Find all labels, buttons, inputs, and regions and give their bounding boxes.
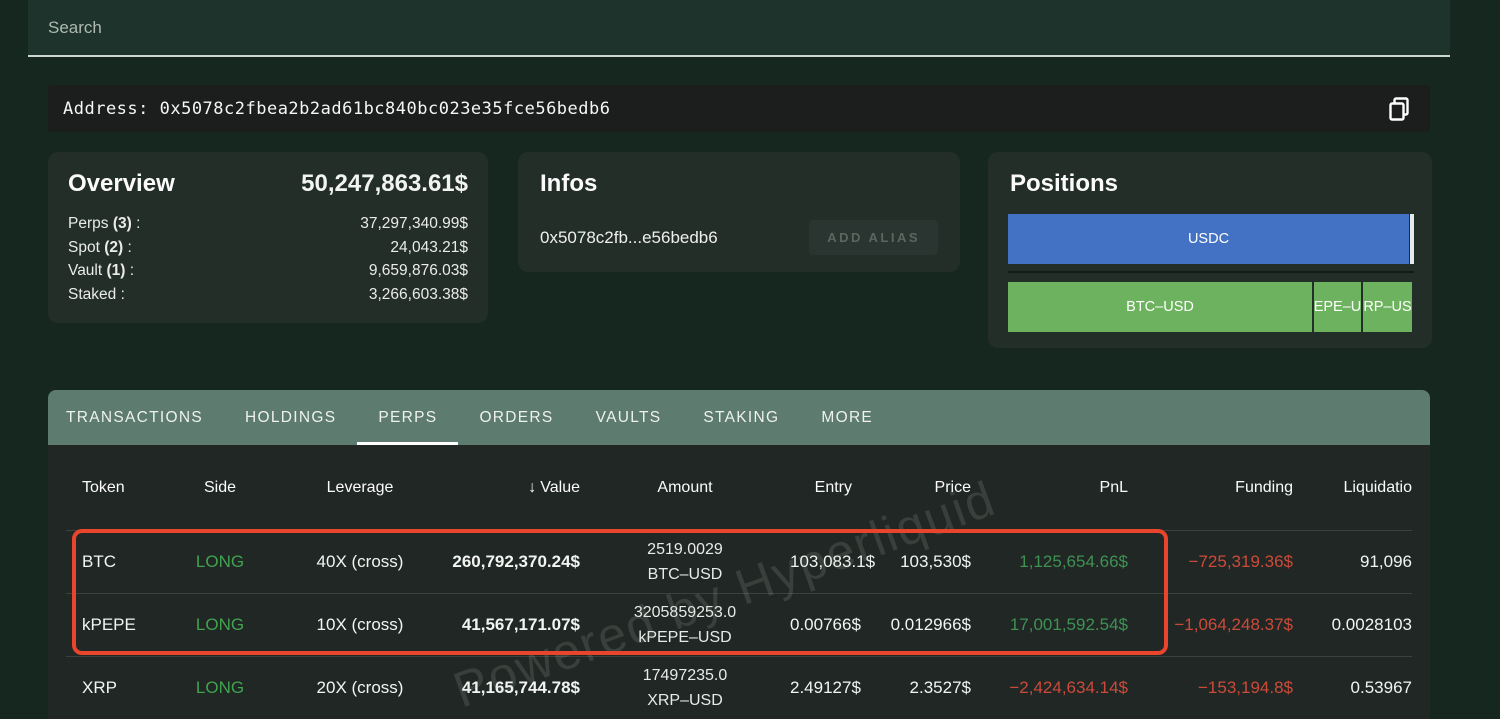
overview-value: 9,659,876.03$ <box>368 262 468 279</box>
tab-holdings[interactable]: HOLDINGS <box>224 390 357 445</box>
copy-icon <box>1389 97 1409 121</box>
perps-bar: BTC–USD EPE–U RP–US <box>1008 282 1414 332</box>
overview-label: Vault <box>68 262 103 279</box>
col-header-side[interactable]: Side <box>165 479 275 497</box>
overview-label: Spot <box>68 238 100 256</box>
infos-title: Infos <box>540 170 598 197</box>
infos-card: Infos 0x5078c2fb...e56bedb6 ADD ALIAS <box>518 152 960 272</box>
entry-cell: 0.00766$ <box>790 615 861 634</box>
search-input[interactable] <box>28 0 1450 55</box>
tab-transactions[interactable]: TRANSACTIONS <box>66 390 224 445</box>
token-cell: XRP <box>82 678 117 697</box>
leverage-cell: 40X (cross) <box>316 552 404 571</box>
perps-bar-segment-pepe[interactable]: EPE–U <box>1314 282 1361 332</box>
positions-divider <box>1008 271 1414 273</box>
amount-pair: BTC–USD <box>647 566 723 583</box>
entry-cell: 2.49127$ <box>790 678 861 697</box>
positions-title: Positions <box>1010 170 1119 197</box>
overview-row-perps: Perps (3) : 37,297,340.99$ <box>68 212 468 236</box>
token-cell: kPEPE <box>82 615 136 634</box>
amount-quantity: 17497235.0 <box>642 667 728 684</box>
funding-cell: −725,319.36$ <box>1188 552 1293 571</box>
overview-card: Overview 50,247,863.61$ Perps (3) : 37,2… <box>48 152 488 323</box>
search-bar <box>28 0 1450 57</box>
table-row-kpepe[interactable]: kPEPE LONG 10X (cross) 41,567,171.07$ 32… <box>66 593 1412 656</box>
overview-total-value: 50,247,863.61$ <box>301 170 468 197</box>
side-cell: LONG <box>195 615 245 634</box>
tab-vaults[interactable]: VAULTS <box>575 390 683 445</box>
amount-cell: 17497235.0 XRP–USD <box>580 663 790 713</box>
col-header-leverage[interactable]: Leverage <box>275 479 445 497</box>
usdc-bar: USDC <box>1008 214 1414 264</box>
liquidation-cell: 91,096 <box>1360 552 1412 571</box>
usdc-bar-remainder <box>1410 214 1414 264</box>
col-header-token[interactable]: Token <box>66 479 165 497</box>
price-cell: 0.012966$ <box>890 615 971 634</box>
liquidation-cell: 0.53967 <box>1350 678 1412 697</box>
sort-desc-icon: ↓ <box>528 478 537 496</box>
leverage-cell: 10X (cross) <box>316 615 404 634</box>
tab-staking[interactable]: STAKING <box>682 390 800 445</box>
value-cell: 260,792,370.24$ <box>452 552 580 571</box>
tab-more[interactable]: MORE <box>800 390 894 445</box>
value-cell: 41,567,171.07$ <box>461 615 580 634</box>
table-header-row: Token Side Leverage ↓ Value Amount Entry … <box>66 445 1412 530</box>
leverage-cell: 20X (cross) <box>316 678 404 697</box>
amount-quantity: 3205859253.0 <box>633 604 737 621</box>
side-cell: LONG <box>195 678 245 697</box>
value-cell: 41,165,744.78$ <box>461 678 580 697</box>
pnl-cell: 1,125,654.66$ <box>1019 552 1128 571</box>
overview-value: 24,043.21$ <box>390 238 468 256</box>
amount-pair: XRP–USD <box>647 692 723 709</box>
amount-pair: kPEPE–USD <box>638 629 732 646</box>
col-header-liquidation[interactable]: Liquidatio <box>1293 479 1413 497</box>
table-row-btc[interactable]: BTC LONG 40X (cross) 260,792,370.24$ 251… <box>66 530 1412 593</box>
liquidation-cell: 0.0028103 <box>1331 615 1412 634</box>
overview-count: (3) <box>112 215 132 232</box>
overview-row-vault: Vault (1) : 9,659,876.03$ <box>68 259 468 283</box>
amount-cell: 2519.0029 BTC–USD <box>580 537 790 587</box>
tab-orders[interactable]: ORDERS <box>458 390 574 445</box>
amount-quantity: 2519.0029 <box>647 541 723 558</box>
tab-perps[interactable]: PERPS <box>357 390 459 445</box>
side-cell: LONG <box>195 552 245 571</box>
token-cell: BTC <box>82 552 116 571</box>
overview-label: Staked <box>68 285 117 303</box>
pnl-cell: −2,424,634.14$ <box>1009 678 1128 697</box>
overview-count: (2) <box>104 238 124 256</box>
overview-count: (1) <box>106 262 126 279</box>
funding-cell: −153,194.8$ <box>1197 678 1293 697</box>
entry-cell: 103,083.1$ <box>790 552 876 571</box>
usdc-bar-label: USDC <box>1187 231 1230 247</box>
funding-cell: −1,064,248.37$ <box>1174 615 1293 634</box>
overview-row-spot: Spot (2) : 24,043.21$ <box>68 236 468 260</box>
price-cell: 103,530$ <box>900 552 971 571</box>
add-alias-button[interactable]: ADD ALIAS <box>809 220 938 255</box>
overview-value: 3,266,603.38$ <box>368 285 468 303</box>
price-cell: 2.3527$ <box>909 678 971 697</box>
col-header-funding[interactable]: Funding <box>1128 479 1293 497</box>
address-text: Address: 0x5078c2fbea2b2ad61bc840bc023e3… <box>63 98 611 119</box>
positions-card: Positions USDC BTC–USD EPE–U RP–US <box>988 152 1432 348</box>
col-header-value[interactable]: ↓ Value <box>445 479 580 497</box>
overview-row-staked: Staked : 3,266,603.38$ <box>68 283 468 307</box>
usdc-bar-segment[interactable]: USDC <box>1008 214 1409 264</box>
overview-value: 37,297,340.99$ <box>360 215 468 232</box>
col-header-pnl[interactable]: PnL <box>971 479 1128 497</box>
address-bar: Address: 0x5078c2fbea2b2ad61bc840bc023e3… <box>48 85 1430 132</box>
short-address: 0x5078c2fb...e56bedb6 <box>540 227 718 247</box>
amount-cell: 3205859253.0 kPEPE–USD <box>580 600 790 650</box>
perps-table: Token Side Leverage ↓ Value Amount Entry … <box>48 445 1430 719</box>
overview-title: Overview <box>68 170 175 197</box>
tab-bar: TRANSACTIONS HOLDINGS PERPS ORDERS VAULT… <box>48 390 1430 445</box>
overview-label: Perps <box>68 215 109 232</box>
perps-bar-segment-xrp[interactable]: RP–US <box>1363 282 1412 332</box>
pnl-cell: 17,001,592.54$ <box>1009 615 1128 634</box>
table-row-xrp[interactable]: XRP LONG 20X (cross) 41,165,744.78$ 1749… <box>66 656 1412 719</box>
col-header-price[interactable]: Price <box>852 479 971 497</box>
copy-address-button[interactable] <box>1384 94 1414 124</box>
col-header-amount[interactable]: Amount <box>580 479 790 497</box>
perps-bar-segment-btc[interactable]: BTC–USD <box>1008 282 1312 332</box>
col-header-entry[interactable]: Entry <box>790 479 852 497</box>
